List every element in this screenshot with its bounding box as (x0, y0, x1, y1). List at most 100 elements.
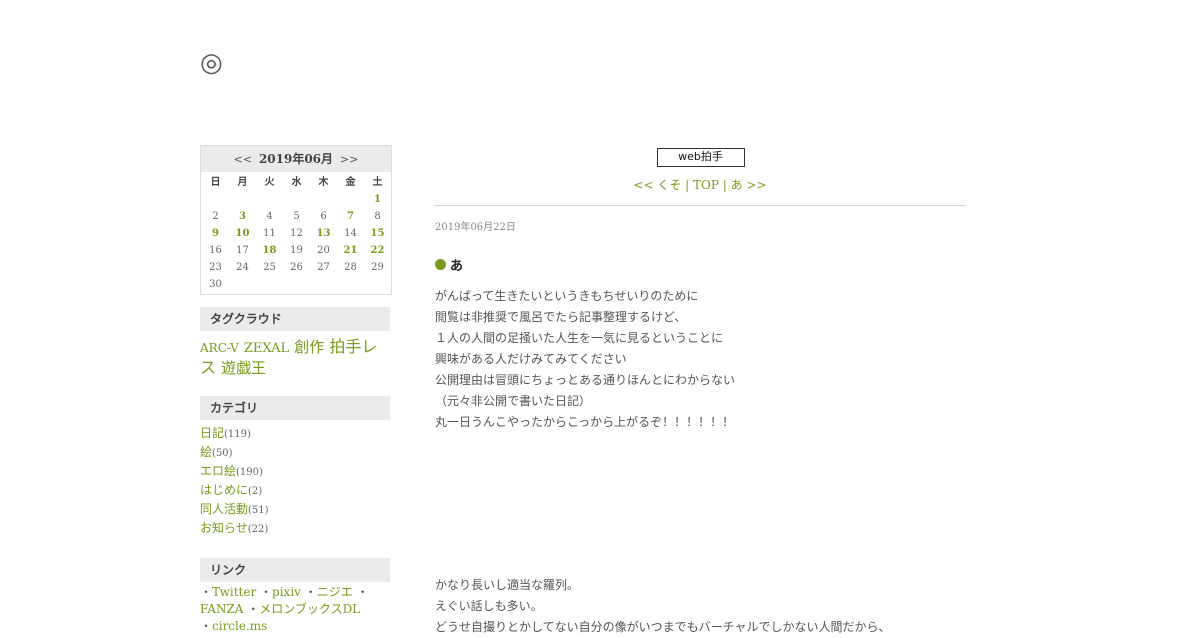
calendar-empty-cell (364, 276, 391, 293)
external-link[interactable]: circle.ms (212, 619, 267, 633)
calendar-day: 17 (236, 245, 249, 256)
post-line: がんばって生きたいというきもちせいりのために (435, 289, 699, 303)
post-line: えぐい話しも多い。 (435, 599, 543, 613)
external-link[interactable]: Twitter (212, 585, 256, 599)
calendar-empty-cell (256, 276, 283, 293)
post-body: がんばって生きたいというきもちせいりのために 閲覧は非推奨で風呂でたら記事整理する… (435, 286, 965, 433)
calendar-grid: 日月火水木金土 1 2 3 4 5 6 7 8 9 10 11 12 13 14 15 16 17 18 19 20 21… (201, 172, 391, 294)
calendar-header: << 2019年06月 >> (201, 146, 391, 172)
calendar-day: 28 (344, 262, 357, 273)
category-item: 絵(50) (200, 443, 392, 462)
link-list: ・Twitter ・pixiv ・ニジエ ・FANZA ・メロンブックスDL ・… (200, 585, 369, 633)
calendar-day: 23 (209, 262, 222, 273)
external-link[interactable]: FANZA (200, 602, 243, 616)
calendar-day: 29 (371, 262, 384, 273)
category-list: 日記(119) 絵(50) エロ絵(190) はじめに(2) 同人活動(51) お知らせ(… (200, 424, 392, 538)
sidebar: << 2019年06月 >> 日月火水木金土 1 2 3 4 5 6 7 8 9 10 11 12 13 1… (200, 145, 392, 635)
calendar-day: 11 (263, 228, 276, 239)
calendar-day: 2 (212, 211, 219, 222)
categories-heading: カテゴリ (200, 396, 390, 420)
tag-link[interactable]: ZEXAL (244, 341, 289, 356)
calendar-day: 25 (263, 262, 276, 273)
external-link[interactable]: pixiv (272, 585, 301, 599)
calendar-day[interactable]: 18 (256, 242, 283, 259)
calendar-empty-cell (229, 276, 256, 293)
calendar-day: 4 (266, 211, 273, 222)
post-title-text: あ (450, 259, 464, 274)
category-link[interactable]: 日記 (200, 426, 224, 440)
post-line: （元々非公開で書いた日記） (435, 394, 592, 408)
external-link[interactable]: メロンブックスDL (259, 602, 360, 616)
web-clap-button[interactable]: web拍手 (656, 148, 745, 167)
calendar-dow: 月 (237, 177, 248, 188)
calendar-day: 30 (209, 279, 222, 290)
post-line: 丸一日うんこやったからこっから上がるぞ！！！！！！ (435, 415, 735, 429)
category-link[interactable]: エロ絵 (200, 464, 236, 478)
category-count: (50) (212, 448, 233, 459)
calendar-day: 26 (290, 262, 303, 273)
prev-post-link[interactable]: << くそ (633, 178, 681, 192)
post-line: 閲覧は非推奨で風呂でたら記事整理するけど、 (435, 310, 687, 324)
post-body-continued: かなり長いし適当な羅列。 えぐい話しも多い。 どうせ自撮りとかしてない自分の像がいつ… (435, 575, 975, 638)
calendar-prev-link[interactable]: << (231, 153, 255, 166)
category-item: 日記(119) (200, 424, 392, 443)
calendar-day: 19 (290, 245, 303, 256)
calendar-empty-cell (202, 191, 229, 208)
calendar-day[interactable]: 7 (337, 208, 364, 225)
pager-separator: | (718, 178, 731, 192)
pager-separator: | (681, 178, 694, 192)
calendar-day[interactable]: 13 (310, 225, 337, 242)
calendar-empty-cell (310, 276, 337, 293)
category-item: エロ絵(190) (200, 462, 392, 481)
divider (435, 205, 965, 206)
calendar-empty-cell (229, 191, 256, 208)
calendar-empty-cell (283, 276, 310, 293)
calendar-day: 27 (317, 262, 330, 273)
calendar-day[interactable]: 22 (364, 242, 391, 259)
tag-link[interactable]: 遊戯王 (221, 359, 266, 377)
top-link[interactable]: TOP (693, 178, 719, 192)
calendar-day: 5 (293, 211, 300, 222)
post-line: 興味がある人だけみてみてください (435, 352, 627, 366)
calendar-dow: 水 (291, 177, 302, 188)
calendar-dow: 金 (345, 177, 356, 188)
calendar-next-link[interactable]: >> (337, 153, 361, 166)
category-link[interactable]: 絵 (200, 445, 212, 459)
category-link[interactable]: お知らせ (200, 521, 248, 535)
calendar-empty-cell (283, 191, 310, 208)
category-count: (119) (224, 429, 251, 440)
category-count: (190) (236, 467, 263, 478)
calendar-day[interactable]: 1 (364, 191, 391, 208)
calendar-empty-cell (310, 191, 337, 208)
calendar-day[interactable]: 15 (364, 225, 391, 242)
calendar-day: 16 (209, 245, 222, 256)
calendar-empty-cell (337, 191, 364, 208)
main-content: web拍手 << くそ | TOP | あ >> 2019年06月22日 あ が… (435, 145, 965, 634)
calendar-empty-cell (256, 191, 283, 208)
calendar-day: 14 (344, 228, 357, 239)
calendar-day: 8 (374, 211, 381, 222)
calendar-day: 6 (320, 211, 327, 222)
tag-link[interactable]: 創作 (294, 338, 324, 356)
calendar-day[interactable]: 3 (229, 208, 256, 225)
calendar-day[interactable]: 9 (202, 225, 229, 242)
external-link[interactable]: ニジエ (317, 585, 353, 599)
category-link[interactable]: はじめに (200, 483, 248, 497)
post-line: かなり長いし適当な羅列。 (435, 578, 580, 592)
calendar-day[interactable]: 21 (337, 242, 364, 259)
post-line: １人の人間の足掻いた人生を一気に見るということに (435, 331, 724, 345)
calendar-day[interactable]: 10 (229, 225, 256, 242)
bullet-icon (435, 259, 446, 270)
category-link[interactable]: 同人活動 (200, 502, 248, 516)
category-count: (22) (247, 524, 269, 535)
pager: << くそ | TOP | あ >> (435, 176, 965, 193)
calendar-dow: 日 (210, 177, 221, 188)
links-heading: リンク (200, 558, 390, 582)
tag-link[interactable]: ARC-V (200, 341, 239, 355)
post-date: 2019年06月22日 (435, 222, 516, 233)
next-post-link[interactable]: あ >> (731, 178, 767, 192)
tagcloud: ARC-V ZEXAL 創作 拍手レス 遊戯王 (200, 337, 392, 378)
calendar-day: 20 (317, 245, 330, 256)
calendar-empty-cell (337, 276, 364, 293)
site-title[interactable]: ◎ (200, 48, 223, 78)
